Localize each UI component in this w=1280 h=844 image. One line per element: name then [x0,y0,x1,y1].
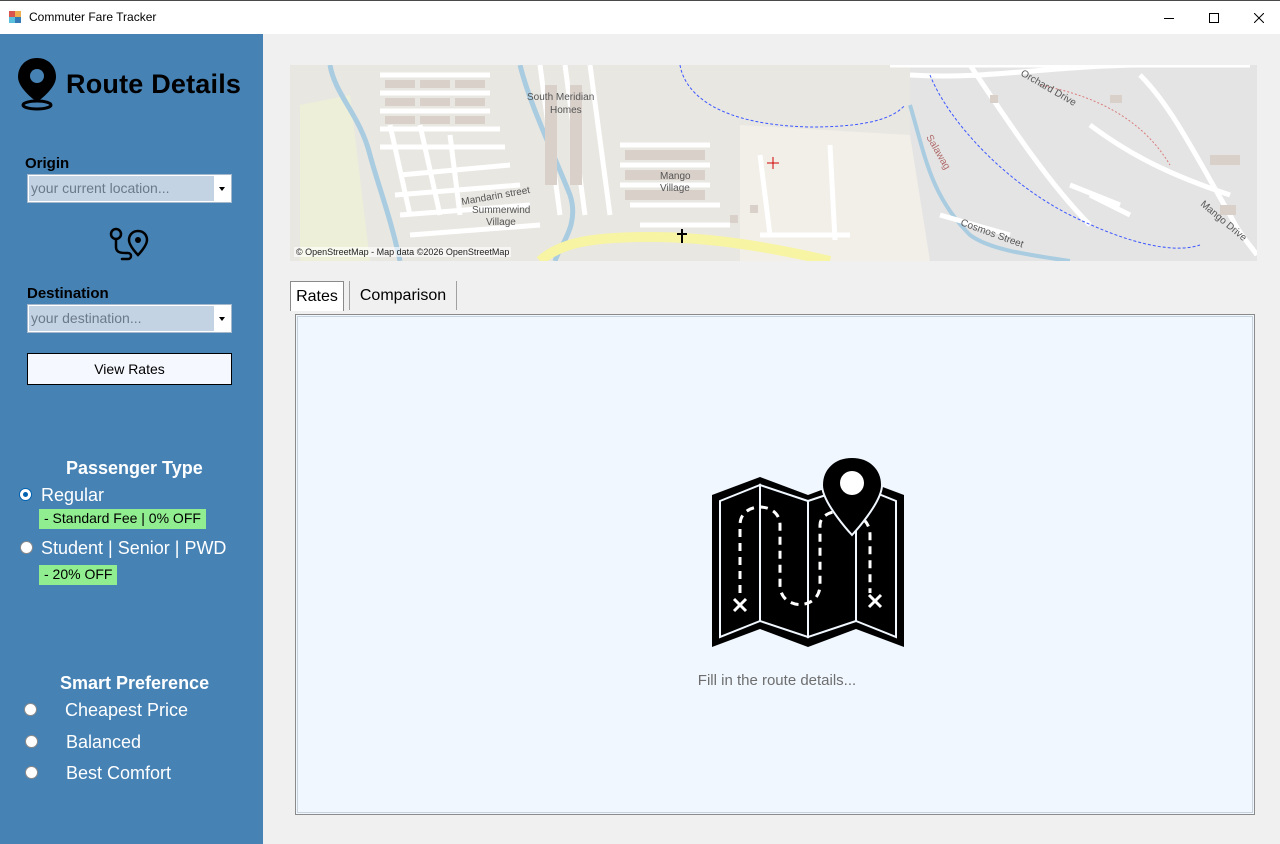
view-rates-button[interactable]: View Rates [27,353,232,385]
passenger-type-title: Passenger Type [66,458,203,478]
chevron-down-icon [219,316,225,321]
origin-combo[interactable]: your current location... [27,174,232,203]
regular-fee-badge: - Standard Fee | 0% OFF [39,509,206,529]
svg-text:Homes: Homes [550,105,582,116]
minimize-icon [1164,17,1174,19]
balanced-label[interactable]: Balanced [66,732,141,753]
regular-radio[interactable] [19,488,32,501]
svg-text:South Meridian: South Meridian [527,92,594,103]
map-attribution: © OpenStreetMap - Map data ©2026 OpenStr… [294,247,512,257]
treasure-map-icon [712,455,904,647]
title-bar: Commuter Fare Tracker [0,1,1280,34]
close-button[interactable] [1236,1,1280,34]
chevron-down-icon [219,186,225,191]
close-icon [1254,12,1264,23]
destination-label: Destination [27,285,109,302]
svg-text:Mango: Mango [660,171,691,182]
destination-placeholder: your destination... [29,306,215,331]
route-icon [109,227,149,261]
map-view[interactable]: South Meridian Homes Mango Village Summe… [290,65,1257,261]
regular-label[interactable]: Regular [41,485,104,506]
rates-panel-inner: Fill in the route details... [297,316,1253,813]
svg-text:Village: Village [660,183,690,194]
empty-state-text: Fill in the route details... [697,672,857,689]
destination-combo[interactable]: your destination... [27,304,232,333]
cheapest-price-radio[interactable] [24,703,37,716]
location-pin-icon [18,58,56,111]
app-window: Commuter Fare Tracker Route Details Orig… [0,0,1280,844]
student-senior-pwd-radio[interactable] [20,541,33,554]
origin-dropdown-button[interactable] [214,176,230,201]
origin-label: Origin [25,155,70,172]
best-comfort-label[interactable]: Best Comfort [66,763,171,784]
discount-badge: - 20% OFF [39,565,118,585]
route-details-title: Route Details [66,69,242,99]
origin-placeholder: your current location... [29,176,215,201]
destination-dropdown-button[interactable] [214,306,230,331]
map-tiles: South Meridian Homes Mango Village Summe… [290,65,1257,261]
tab-rates[interactable]: Rates [290,281,344,311]
maximize-icon [1209,12,1219,23]
cheapest-price-label[interactable]: Cheapest Price [65,700,188,721]
svg-text:Village: Village [486,217,516,228]
sidebar: Route Details Origin your current locati… [0,34,263,844]
window-title: Commuter Fare Tracker [29,10,157,24]
best-comfort-radio[interactable] [25,766,38,779]
minimize-button[interactable] [1146,1,1192,34]
student-senior-pwd-label[interactable]: Student | Senior | PWD [41,538,226,559]
maximize-button[interactable] [1191,1,1237,34]
svg-text:Summerwind: Summerwind [472,205,530,216]
smart-preference-title: Smart Preference [60,673,210,693]
app-icon [9,11,21,23]
balanced-radio[interactable] [25,735,38,748]
rates-panel: Fill in the route details... [295,314,1255,815]
tab-comparison[interactable]: Comparison [349,281,457,310]
